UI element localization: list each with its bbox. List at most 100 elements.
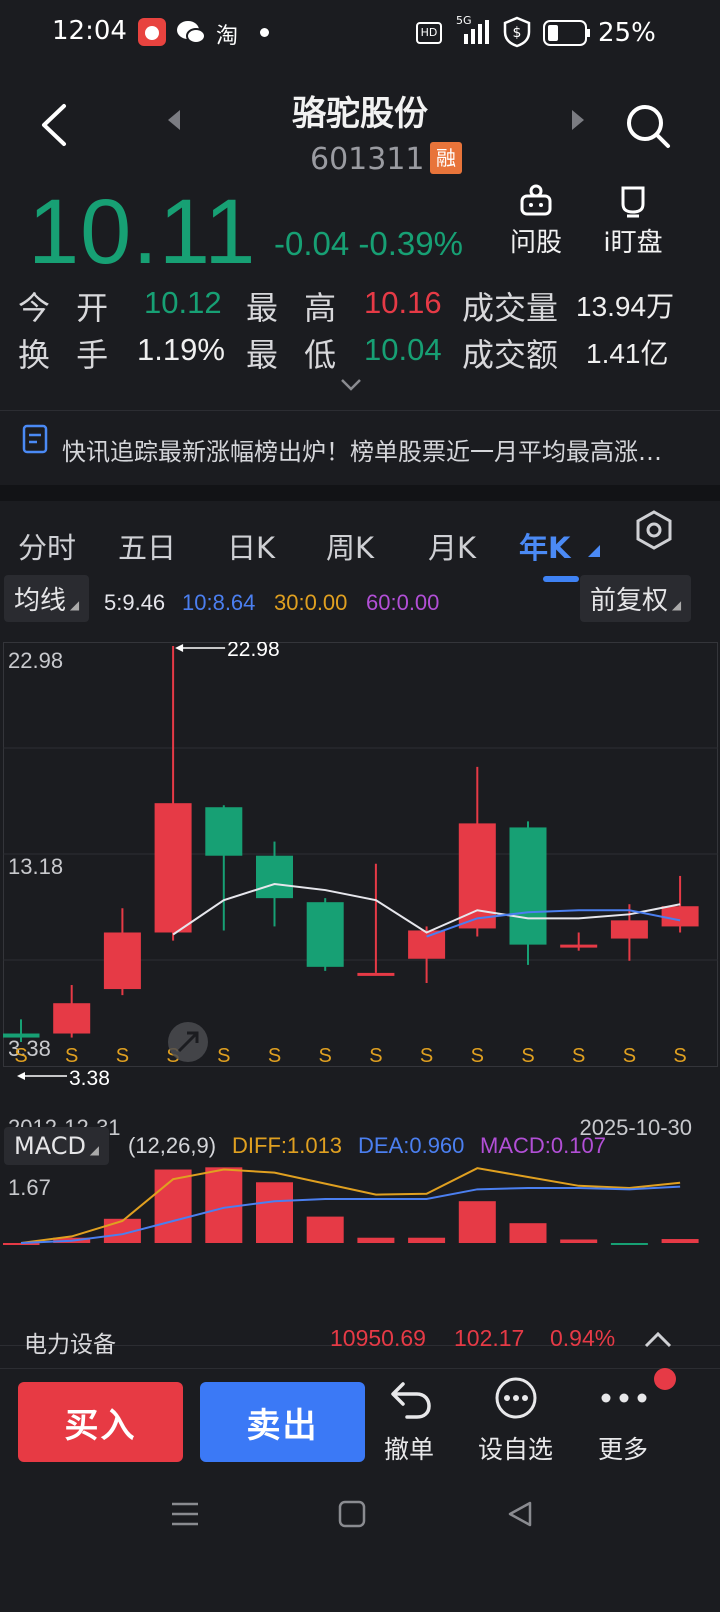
macd-bar [560, 1239, 598, 1243]
back-nav-icon[interactable] [506, 1500, 534, 1528]
sector-change: 102.17 [454, 1325, 525, 1351]
candle-marker-label: S [471, 1045, 484, 1067]
macd-bar [610, 1243, 648, 1245]
macd-bar [408, 1237, 446, 1243]
battery-icon [543, 20, 590, 46]
add-watchlist-button[interactable] [494, 1376, 538, 1424]
tab-yearly-k[interactable]: 年K [519, 525, 570, 567]
more-icon [601, 1393, 647, 1403]
low-label: 最 低 [246, 336, 345, 374]
macd-bar [661, 1239, 699, 1243]
adjust-selector[interactable]: 前复权 ◢ [580, 575, 692, 622]
candle-marker-label: S [116, 1045, 129, 1067]
candle-marker-label: S [521, 1045, 534, 1067]
actions-divider [0, 1368, 720, 1369]
macd-bar [458, 1201, 496, 1243]
open-value: 10.12 [144, 285, 222, 320]
candle-body [3, 1033, 40, 1038]
margin-badge: 融 [430, 142, 462, 174]
buy-button[interactable]: 买入 [18, 1382, 183, 1462]
amount-value: 1.41亿 [586, 338, 669, 369]
candle-body [103, 932, 141, 990]
svg-text:$: $ [513, 25, 522, 41]
tab-monthly-k[interactable]: 月K [428, 525, 476, 567]
candle-marker-label: S [623, 1045, 636, 1067]
section-divider [0, 485, 720, 501]
macd-selector[interactable]: MACD ◢ [4, 1127, 109, 1165]
add-watchlist-label: 设自选 [478, 1435, 554, 1464]
news-icon [22, 424, 48, 454]
macd-params: (12,26,9) [128, 1133, 217, 1158]
tab-intraday[interactable]: 分时 [18, 525, 76, 567]
robot-icon [520, 184, 552, 216]
more-button[interactable] [600, 1386, 648, 1414]
zoom-toggle-icon[interactable] [166, 1020, 210, 1064]
ma10-value: 10:8.64 [182, 590, 256, 615]
candle-marker-label: S [369, 1045, 382, 1067]
home-nav-icon[interactable] [338, 1500, 366, 1528]
status-bar: 12:04 淘 HD 5G $ 25% [0, 0, 720, 66]
ask-stock-button[interactable]: 问股 [508, 184, 564, 259]
macd-chart[interactable]: 1.67 [3, 1165, 718, 1345]
max-arrow-head [175, 644, 184, 652]
high-value: 10.16 [364, 285, 442, 320]
macd-bar [154, 1169, 192, 1243]
ask-stock-label: 问股 [509, 228, 562, 258]
volume-label: 成交量 [462, 289, 559, 327]
ma-selector[interactable]: 均线 ◢ [4, 575, 90, 622]
signal-icon [464, 20, 489, 44]
candle-marker-label: S [65, 1045, 78, 1067]
open-label: 今 开 [18, 289, 117, 327]
next-stock-icon[interactable] [570, 110, 584, 130]
macd-selector-label: MACD [14, 1132, 86, 1160]
candle-body [53, 1003, 91, 1034]
max-price-label: 22.98 [227, 642, 280, 661]
sector-name: 电力设备 [24, 1332, 116, 1358]
macd-bar [256, 1182, 293, 1243]
high-label: 最 高 [246, 289, 345, 327]
tab-daily-k[interactable]: 日K [227, 525, 275, 567]
y-tick-label: 22.98 [8, 648, 63, 673]
macd-bar [509, 1223, 547, 1243]
menu-nav-icon[interactable] [170, 1500, 200, 1528]
hd-icon: HD [416, 22, 442, 44]
turnover-value: 1.19% [137, 332, 225, 367]
watch-button[interactable]: i盯盘 [598, 184, 668, 259]
cancel-order-button[interactable] [384, 1376, 438, 1424]
low-value: 10.04 [364, 332, 442, 367]
min-price-label: 3.38 [69, 1067, 110, 1090]
stock-name: 骆驼股份 [292, 94, 428, 134]
candlestick-chart[interactable]: 22.9813.183.38S S S S S S S S S S S S S S22.983.38 [3, 642, 718, 1097]
candle-body [560, 944, 598, 948]
shield-icon: $ [503, 16, 531, 48]
chart-settings-icon[interactable] [634, 510, 674, 550]
tab-five-day[interactable]: 五日 [118, 525, 176, 567]
app-icon [138, 18, 166, 46]
min-arrow-head [17, 1072, 25, 1080]
candle-marker-label: S [268, 1045, 281, 1067]
tab-dropdown-icon[interactable] [588, 545, 600, 557]
candle-body [610, 920, 648, 939]
wechat-icon [177, 21, 206, 44]
candle-body [256, 855, 293, 899]
expand-chevron-icon[interactable] [340, 378, 362, 392]
adjust-selector-label: 前复权 [590, 586, 669, 616]
tab-weekly-k[interactable]: 周K [326, 525, 374, 567]
cancel-order-label: 撤单 [384, 1435, 435, 1464]
search-icon[interactable] [624, 102, 672, 150]
news-text[interactable]: 快讯追踪最新涨幅榜出炉！榜单股票近一月平均最高涨… [62, 432, 662, 467]
macd-y-tick: 1.67 [8, 1175, 51, 1200]
status-time: 12:04 [52, 16, 127, 46]
undo-icon [391, 1382, 431, 1419]
more-notification-dot-icon [654, 1368, 676, 1390]
collapse-chevron-icon[interactable] [644, 1330, 672, 1348]
candle-marker-label: S [420, 1045, 433, 1067]
volume-value: 13.94万 [576, 291, 675, 322]
macd-bar [357, 1237, 395, 1243]
dea-line [20, 1185, 681, 1244]
sell-button[interactable]: 卖出 [200, 1382, 365, 1462]
active-tab-indicator [543, 576, 579, 582]
ma5-value: 5:9.46 [104, 590, 166, 615]
candle-marker-label: S [572, 1045, 585, 1067]
candle-body [509, 827, 547, 945]
